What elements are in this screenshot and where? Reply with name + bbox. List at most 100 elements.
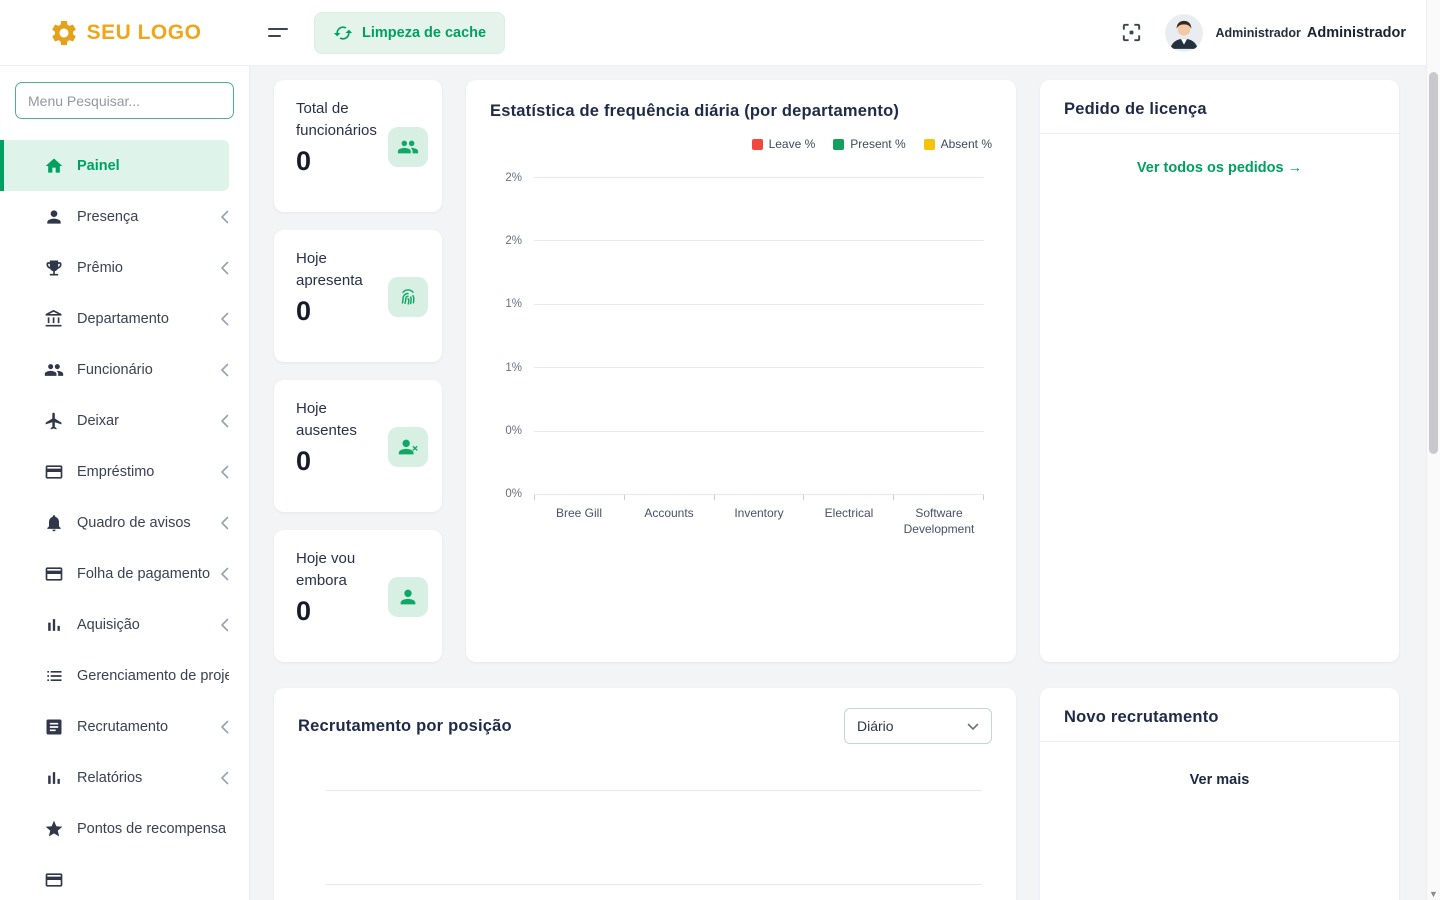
stat-info: Total de funcionários0 (296, 98, 382, 196)
x-axis-label: Accounts (624, 505, 714, 537)
attendance-legend: Leave %Present %Absent % (490, 137, 992, 151)
recruitment-chart-card: Recrutamento por posição Diário (274, 688, 1016, 900)
stat-info: Hoje ausentes0 (296, 398, 382, 496)
attendance-plot: 2%2%1%1%0%0% Bree GillAccountsInventoryE… (534, 177, 984, 537)
view-all-requests-link[interactable]: Ver todos os pedidos → (1040, 160, 1399, 176)
stat-card-title: Hoje apresenta (296, 248, 382, 292)
stat-card-hoje-vou-embora: Hoje vou embora 0 (274, 530, 442, 662)
see-more-link[interactable]: Ver mais (1040, 772, 1399, 788)
header-right: Administrador Administrador (1120, 14, 1440, 52)
scrollbar-thumb[interactable] (1429, 72, 1438, 454)
recruitment-plot (326, 790, 982, 900)
x-axis-label: Electrical (804, 505, 894, 537)
fullscreen-icon[interactable] (1120, 21, 1143, 44)
stat-card-value: 0 (296, 596, 382, 627)
chevron-left-icon (220, 210, 229, 224)
plane-icon (44, 411, 64, 431)
stats-column: Total de funcionários0Hoje apresenta0Hoj… (274, 80, 442, 662)
legend-item: Absent % (924, 137, 992, 151)
brand[interactable]: SEU LOGO (0, 0, 250, 65)
axis-tick (714, 495, 715, 500)
y-axis-label: 1% (505, 362, 522, 374)
y-axis-label: 2% (505, 172, 522, 184)
sidebar-item-gerenciamento-de-projetos[interactable]: Gerenciamento de projetos (0, 650, 249, 701)
checklist-icon (44, 666, 64, 686)
news-icon (44, 717, 64, 737)
recruitment-card-header: Recrutamento por posição Diário (298, 708, 992, 744)
sidebar-item-deixar[interactable]: Deixar (0, 395, 249, 446)
sidebar-item-emprestimo[interactable]: Empréstimo (0, 446, 249, 497)
sidebar-item-presenca[interactable]: Presença (0, 191, 249, 242)
legend-swatch (924, 139, 935, 150)
period-select-value: Diário (857, 718, 894, 734)
chevron-down-icon (967, 718, 979, 734)
chevron-left-icon (220, 312, 229, 326)
card-icon (44, 564, 64, 584)
y-axis-label: 0% (505, 488, 522, 500)
sidebar-search (0, 66, 249, 129)
sidebar-item-funcionario[interactable]: Funcionário (0, 344, 249, 395)
chevron-left-icon (220, 363, 229, 377)
people-group-icon (388, 127, 428, 167)
sidebar-item-painel[interactable]: Painel (0, 140, 229, 191)
sidebar: Painel Presença Prêmio DepartamentoFuncioná… (0, 66, 250, 900)
license-request-card: Pedido de licença Ver todos os pedidos → (1040, 80, 1399, 662)
trophy-icon (44, 258, 64, 278)
scrollbar-down-arrow[interactable]: ▼ (1427, 889, 1440, 899)
sidebar-item-relatorios[interactable]: Relatórios (0, 752, 249, 803)
y-axis-label: 0% (505, 425, 522, 437)
y-axis-label: 2% (505, 235, 522, 247)
legend-label: Absent % (941, 137, 992, 151)
period-select[interactable]: Diário (844, 708, 992, 744)
axis-tick (534, 495, 535, 500)
cache-clear-button[interactable]: Limpeza de cache (314, 12, 505, 54)
stat-card-title: Hoje vou embora (296, 548, 382, 592)
attendance-ticks (534, 495, 984, 500)
sidebar-item-label: Pontos de recompensa (77, 821, 229, 837)
stat-info: Hoje apresenta0 (296, 248, 382, 346)
sidebar-item-label: Relatórios (77, 770, 212, 786)
sidebar-item-label: Painel (77, 158, 209, 174)
sidebar-item-label: Presença (77, 209, 212, 225)
gridline: 1% (534, 367, 984, 368)
gridline: 1% (534, 304, 984, 305)
divider (1040, 741, 1399, 742)
sidebar-item-quadro-de-avisos[interactable]: Quadro de avisos (0, 497, 249, 548)
stat-card-hoje-ausentes: Hoje ausentes0 (274, 380, 442, 512)
bell-icon (44, 513, 64, 533)
chart-icon (44, 615, 64, 635)
home-icon (44, 156, 64, 176)
cache-icon (333, 23, 353, 43)
avatar[interactable] (1165, 14, 1203, 52)
axis-tick (624, 495, 625, 500)
menu-search-input[interactable] (15, 82, 234, 119)
chevron-left-icon (220, 465, 229, 479)
user-name[interactable]: Administrador (1307, 25, 1406, 41)
new-recruitment-title: Novo recrutamento (1040, 688, 1399, 741)
axis-tick (893, 495, 894, 500)
people-icon (44, 360, 64, 380)
star-icon (44, 819, 64, 839)
sidebar-item-label: Prêmio (77, 260, 212, 276)
hamburger-icon[interactable] (268, 28, 288, 37)
sidebar-item-recrutamento[interactable]: Recrutamento (0, 701, 249, 752)
sidebar-item-premio[interactable]: Prêmio (0, 242, 249, 293)
license-card-title: Pedido de licença (1040, 80, 1399, 133)
stat-card-title: Total de funcionários (296, 98, 382, 142)
fingerprint-icon (388, 277, 428, 317)
sidebar-item-folha-de-pagamento[interactable]: Folha de pagamento (0, 548, 249, 599)
stat-info: Hoje vou embora 0 (296, 548, 382, 646)
legend-swatch (833, 139, 844, 150)
sidebar-item-label: Aquisição (77, 617, 212, 633)
scrollbar[interactable]: ▼ (1426, 0, 1440, 900)
chevron-left-icon (220, 261, 229, 275)
sidebar-item-departamento[interactable]: Departamento (0, 293, 249, 344)
legend-item: Present % (833, 137, 905, 151)
stat-card-title: Hoje ausentes (296, 398, 382, 442)
user-role: Administrador (1215, 26, 1300, 40)
sidebar-item-hidden[interactable] (0, 854, 249, 900)
sidebar-item-aquisicao[interactable]: Aquisição (0, 599, 249, 650)
sidebar-item-pontos-de-recompensa[interactable]: Pontos de recompensa (0, 803, 249, 854)
person-icon (388, 577, 428, 617)
sidebar-menu: Painel Presença Prêmio DepartamentoFuncioná… (0, 129, 249, 900)
